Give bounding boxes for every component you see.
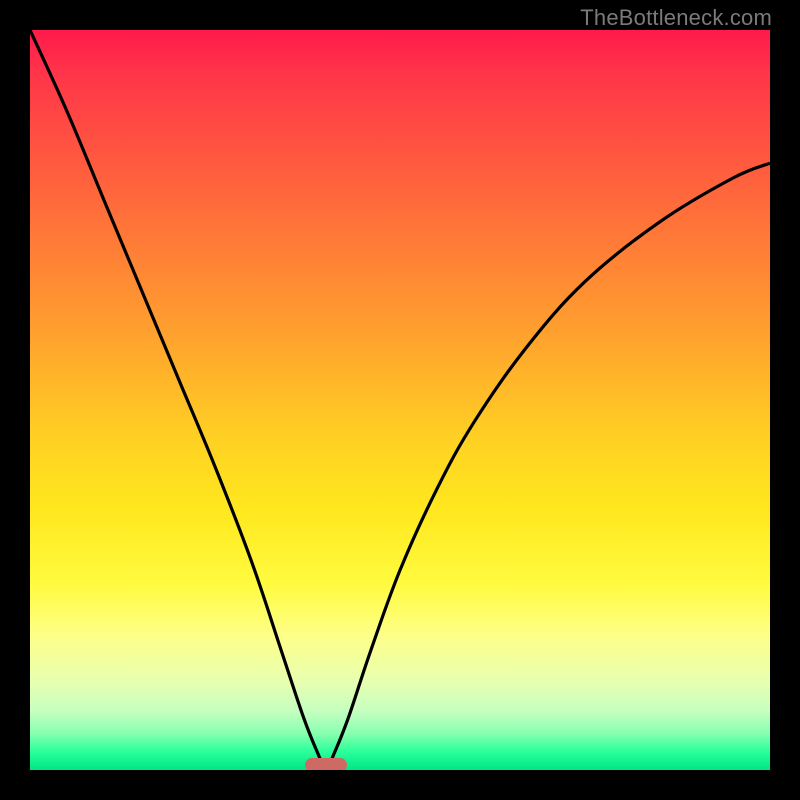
optimal-point-marker — [305, 758, 347, 770]
chart-plot-area — [30, 30, 770, 770]
bottleneck-curve — [30, 30, 770, 770]
attribution-text: TheBottleneck.com — [580, 5, 772, 31]
bottleneck-curve-path — [30, 30, 770, 770]
